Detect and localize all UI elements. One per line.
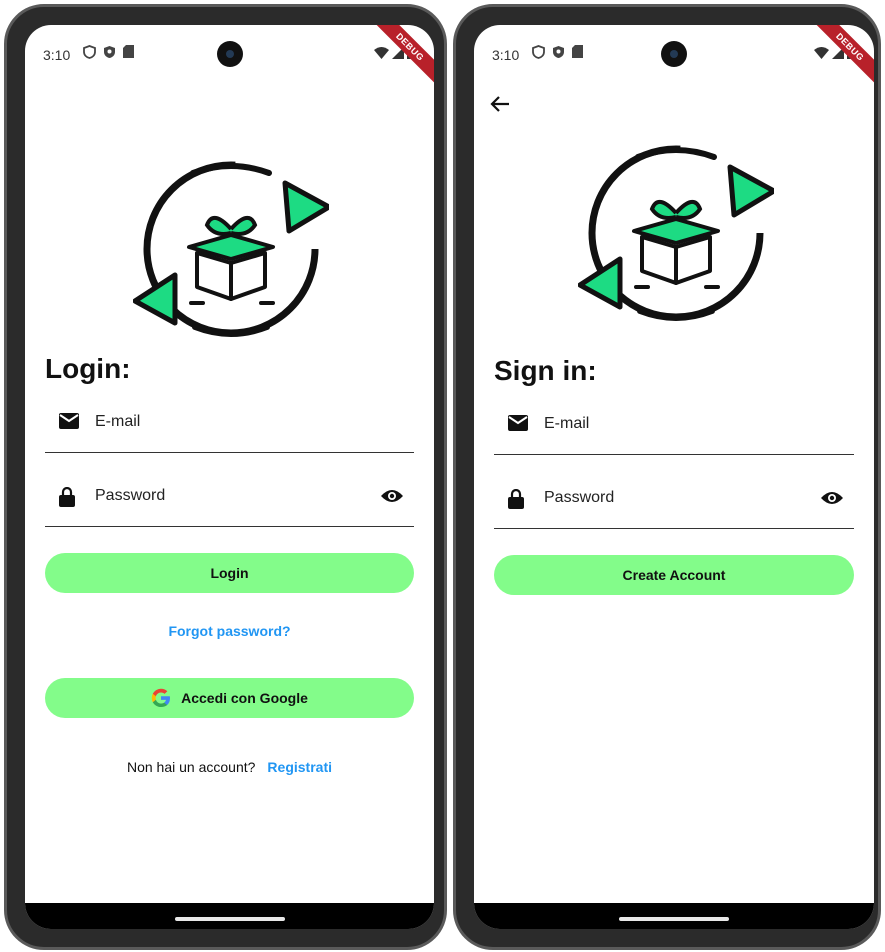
mail-icon [508, 415, 528, 431]
wifi-icon [374, 47, 389, 59]
notification-icons [532, 45, 583, 59]
status-bar: 3:10 DEBUG [474, 25, 874, 87]
shield-outline-icon [83, 45, 96, 59]
google-icon [151, 688, 171, 708]
email-field[interactable]: E-mail [494, 395, 854, 455]
navigation-bar [25, 903, 434, 929]
register-link[interactable]: Registrati [267, 759, 332, 775]
status-time: 3:10 [43, 47, 71, 63]
wifi-icon [814, 47, 829, 59]
recycle-box-logo [578, 145, 774, 321]
recycle-box-logo [133, 161, 329, 337]
page-title: Login: [45, 353, 131, 384]
password-field[interactable]: Password [45, 467, 414, 527]
shield-filled-icon [553, 46, 564, 58]
password-field[interactable]: Password [494, 469, 854, 529]
back-arrow-icon[interactable] [490, 95, 510, 113]
google-button-label: Accedi con Google [181, 690, 308, 706]
forgot-password-link[interactable]: Forgot password? [25, 623, 434, 639]
home-gesture-bar[interactable] [174, 917, 285, 921]
password-placeholder: Password [544, 489, 615, 506]
password-placeholder: Password [95, 487, 166, 504]
shield-filled-icon [104, 46, 115, 58]
lock-icon [59, 487, 75, 507]
phone-frame-login: 3:10 DEBUG Login: E-mail Password Login … [4, 4, 447, 950]
front-camera [661, 41, 687, 67]
email-field[interactable]: E-mail [45, 393, 414, 453]
front-camera [216, 41, 243, 67]
mail-icon [59, 413, 79, 429]
status-bar: 3:10 DEBUG [25, 25, 434, 87]
phone-frame-signin: 3:10 DEBUG Sign in: E-mail Password Crea… [453, 4, 881, 950]
home-gesture-bar[interactable] [619, 917, 729, 921]
page-title: Sign in: [494, 355, 597, 386]
signup-row: Non hai un account? Registrati [25, 759, 434, 775]
status-time: 3:10 [492, 47, 520, 63]
eye-icon[interactable] [820, 490, 844, 506]
create-account-button[interactable]: Create Account [494, 555, 854, 595]
eye-icon[interactable] [380, 488, 404, 504]
shield-outline-icon [532, 45, 545, 59]
login-screen: 3:10 DEBUG Login: E-mail Password Login … [25, 25, 434, 929]
lock-icon [508, 489, 524, 509]
login-button[interactable]: Login [45, 553, 414, 593]
sd-card-icon [123, 45, 134, 58]
email-placeholder: E-mail [544, 415, 590, 432]
google-signin-button[interactable]: Accedi con Google [45, 678, 414, 718]
signin-screen: 3:10 DEBUG Sign in: E-mail Password Crea… [474, 25, 874, 929]
email-placeholder: E-mail [95, 413, 141, 430]
no-account-text: Non hai un account? [126, 759, 256, 775]
navigation-bar [474, 903, 874, 929]
notification-icons [83, 45, 134, 59]
sd-card-icon [572, 45, 583, 58]
